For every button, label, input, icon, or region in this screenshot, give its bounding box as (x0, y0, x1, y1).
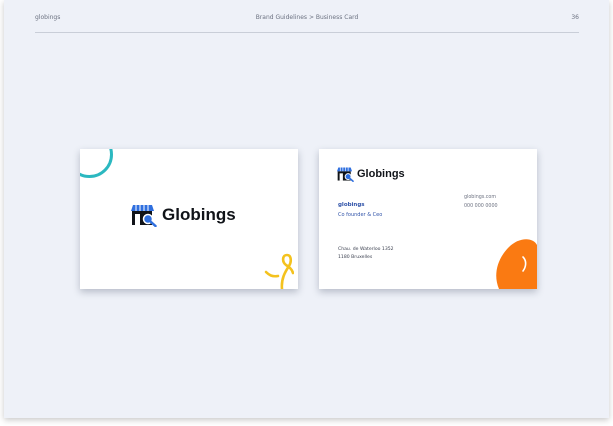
page-number: 36 (571, 14, 579, 21)
contact-name: globings (338, 202, 365, 208)
teal-ring-decoration (80, 149, 113, 178)
contact-title: Co founder & Ceo (338, 212, 383, 218)
front-logo-text: Globings (162, 205, 236, 224)
yellow-squiggle-decoration (264, 253, 294, 289)
contact-phone: 000 000 0000 (464, 204, 498, 209)
orange-blob-decoration (496, 239, 537, 289)
storefront-search-icon (131, 205, 157, 227)
guideline-page: globings Brand Guidelines > Business Car… (4, 0, 609, 418)
storefront-search-icon (337, 167, 354, 182)
contact-address-line2: 1180 Bruxelles (338, 255, 373, 260)
page-header: globings Brand Guidelines > Business Car… (35, 11, 579, 33)
header-brand: globings (35, 14, 61, 21)
back-logo-text: Globings (357, 168, 405, 180)
front-logo: Globings (131, 203, 236, 227)
breadcrumb: Brand Guidelines > Business Card (255, 14, 359, 21)
contact-address-line1: Chau. de Waterloo 1352 (338, 247, 394, 252)
business-card-back: Globings globings Co founder & Ceo globi… (319, 149, 537, 289)
back-logo: Globings (337, 166, 405, 182)
business-card-front: Globings (80, 149, 298, 289)
contact-website: globings.com (464, 195, 497, 200)
